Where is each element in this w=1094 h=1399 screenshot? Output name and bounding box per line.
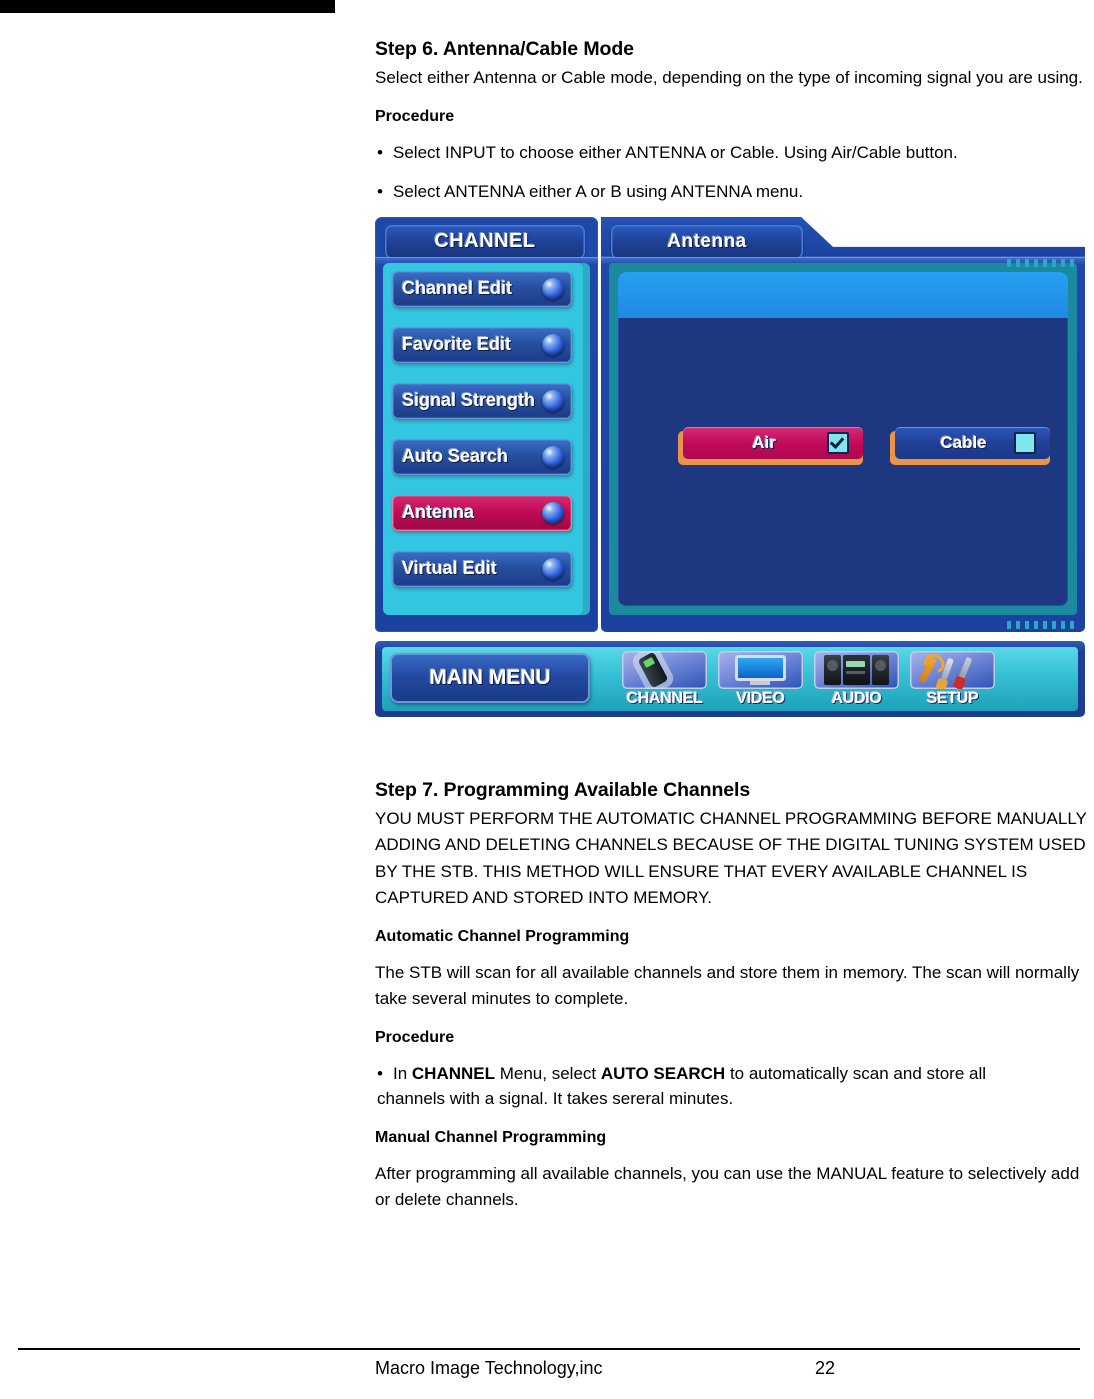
osd-tab-channel[interactable]: CHANNEL xyxy=(385,224,585,259)
page-top-black-bar xyxy=(0,0,335,13)
osd-nav-tile[interactable] xyxy=(814,650,899,689)
osd-nav-group: CHANNEL VIDEO AUDIO SETUP xyxy=(622,650,1072,709)
osd-sidebar: Channel Edit Favorite Edit Signal Strength… xyxy=(383,262,590,615)
step6-bullet-2-text: Select ANTENNA either A or B using ANTEN… xyxy=(393,182,804,202)
osd-menu-orb-icon xyxy=(542,277,564,300)
step7-bullet-mid: Menu, select xyxy=(495,1063,601,1083)
osd-menu-item-favorite-edit[interactable]: Favorite Edit xyxy=(392,326,572,363)
osd-option-air-face[interactable]: Air xyxy=(683,426,863,459)
osd-nav-label: SETUP xyxy=(926,689,979,707)
footer-company: Macro Image Technology,inc xyxy=(375,1358,603,1378)
osd-nav-video[interactable]: VIDEO xyxy=(718,650,803,709)
osd-option-air-checkbox-icon[interactable] xyxy=(827,431,849,454)
osd-menu-item-label: Virtual Edit xyxy=(402,558,497,579)
step7-bullet-prefix: In xyxy=(393,1063,412,1083)
osd-content-inner: Air Cable xyxy=(618,271,1068,606)
osd-nav-audio[interactable]: AUDIO xyxy=(814,650,899,709)
osd-nav-channel[interactable]: CHANNEL xyxy=(622,650,707,709)
document-content: Step 6. Antenna/Cable Mode Select either… xyxy=(375,38,1089,1215)
step6-title: Step 6. Antenna/Cable Mode xyxy=(375,38,634,60)
osd-tab-channel-label: CHANNEL xyxy=(434,230,536,253)
osd-option-air-label: Air xyxy=(752,432,776,452)
step6-bullet-1-text: Select INPUT to choose either ANTENNA or… xyxy=(393,142,958,162)
osd-menu-item-label: Channel Edit xyxy=(402,278,513,299)
tools-icon xyxy=(910,651,995,689)
osd-option-cable[interactable]: Cable xyxy=(890,426,1050,465)
osd-nav-tile[interactable] xyxy=(622,650,707,689)
step7-manual-body: After programming all available channels… xyxy=(375,1163,1080,1209)
step6-bullet-1: • Select INPUT to choose either ANTENNA o… xyxy=(375,140,1089,166)
step7-bullet-bold-autosearch: AUTO SEARCH xyxy=(600,1063,726,1083)
osd-main-menu-button[interactable]: MAIN MENU xyxy=(390,652,590,703)
osd-nav-setup[interactable]: SETUP xyxy=(910,650,995,709)
osd-main-menu-label: MAIN MENU xyxy=(429,665,551,689)
osd-option-cable-label: Cable xyxy=(940,432,987,452)
osd-menu-item-signal-strength[interactable]: Signal Strength xyxy=(392,382,572,419)
osd-nav-tile[interactable] xyxy=(718,650,803,689)
osd-menu-orb-icon xyxy=(542,333,564,356)
osd-main-panel: CHANNEL Antenna Channel Edit Favorite Edi… xyxy=(375,216,1085,632)
step7-title: Step 7. Programming Available Channels xyxy=(375,778,751,801)
osd-menu-item-label: Auto Search xyxy=(402,446,509,467)
osd-dash-decoration-bottom xyxy=(1007,620,1079,629)
step7-auto-heading: Automatic Channel Programming xyxy=(375,928,630,946)
osd-menu-orb-icon xyxy=(542,557,564,580)
osd-content-panel: Air Cable xyxy=(609,262,1077,615)
step6-intro: Select either Antenna or Cable mode, dep… xyxy=(375,68,1083,87)
step7-bullet-1: • In CHANNEL Menu, select AUTO SEARCH to … xyxy=(375,1061,1089,1112)
osd-menu-orb-icon xyxy=(542,389,564,412)
osd-content-top-strip xyxy=(618,271,1068,318)
speakers-icon xyxy=(824,654,889,685)
osd-menu-item-auto-search[interactable]: Auto Search xyxy=(392,438,572,475)
osd-nav-label: VIDEO xyxy=(736,689,785,707)
step7-caps-paragraph: YOU MUST PERFORM THE AUTOMATIC CHANNEL P… xyxy=(375,808,1087,907)
osd-bottom-bar: MAIN MENU CHANNEL VIDEO AUDIO SETUP xyxy=(375,640,1085,717)
step7-procedure-heading: Procedure xyxy=(375,1028,455,1046)
step7-manual-heading: Manual Channel Programming xyxy=(375,1128,607,1146)
osd-menu-item-virtual-edit[interactable]: Virtual Edit xyxy=(392,550,572,587)
osd-menu-item-channel-edit[interactable]: Channel Edit xyxy=(392,270,572,307)
step7-bullet-line2: channels with a signal. It takes sereral… xyxy=(377,1089,734,1109)
footer-page-number: 22 xyxy=(815,1358,836,1378)
remote-control-icon xyxy=(637,651,669,689)
osd-bottom-inner: MAIN MENU CHANNEL VIDEO AUDIO SETUP xyxy=(382,646,1078,711)
bullet-dot-icon: • xyxy=(377,182,383,202)
osd-nav-label: CHANNEL xyxy=(626,689,703,707)
osd-menu-item-label: Antenna xyxy=(402,502,474,523)
osd-tab-antenna[interactable]: Antenna xyxy=(611,224,803,259)
osd-menu-item-antenna[interactable]: Antenna xyxy=(392,494,572,531)
step7-bullet-tail: to automatically scan and store all xyxy=(725,1063,987,1083)
osd-tab-antenna-label: Antenna xyxy=(667,230,747,252)
step6-bullet-2: • Select ANTENNA either A or B using ANTE… xyxy=(375,179,1089,205)
footer-divider xyxy=(18,1348,1080,1350)
osd-nav-label: AUDIO xyxy=(831,689,882,707)
osd-dash-decoration-top xyxy=(1007,258,1079,267)
monitor-stand-icon xyxy=(750,680,770,685)
bullet-dot-icon: • xyxy=(377,1063,383,1083)
osd-option-cable-face[interactable]: Cable xyxy=(895,426,1050,459)
osd-menu-item-label: Signal Strength xyxy=(402,390,536,411)
osd-menu-figure: CHANNEL Antenna Channel Edit Favorite Edi… xyxy=(375,216,1085,717)
osd-nav-tile[interactable] xyxy=(910,650,995,689)
step7-bullet-bold-channel: CHANNEL xyxy=(411,1063,496,1083)
monitor-icon xyxy=(735,654,786,681)
osd-option-air[interactable]: Air xyxy=(678,426,863,465)
osd-option-cable-checkbox-icon[interactable] xyxy=(1014,431,1036,454)
osd-menu-item-label: Favorite Edit xyxy=(402,334,512,355)
step6-procedure-heading: Procedure xyxy=(375,107,455,125)
osd-menu-orb-icon xyxy=(542,501,564,524)
bullet-dot-icon: • xyxy=(377,142,383,162)
step7-auto-body: The STB will scan for all available chan… xyxy=(375,963,1080,1009)
osd-menu-orb-icon xyxy=(542,445,564,468)
